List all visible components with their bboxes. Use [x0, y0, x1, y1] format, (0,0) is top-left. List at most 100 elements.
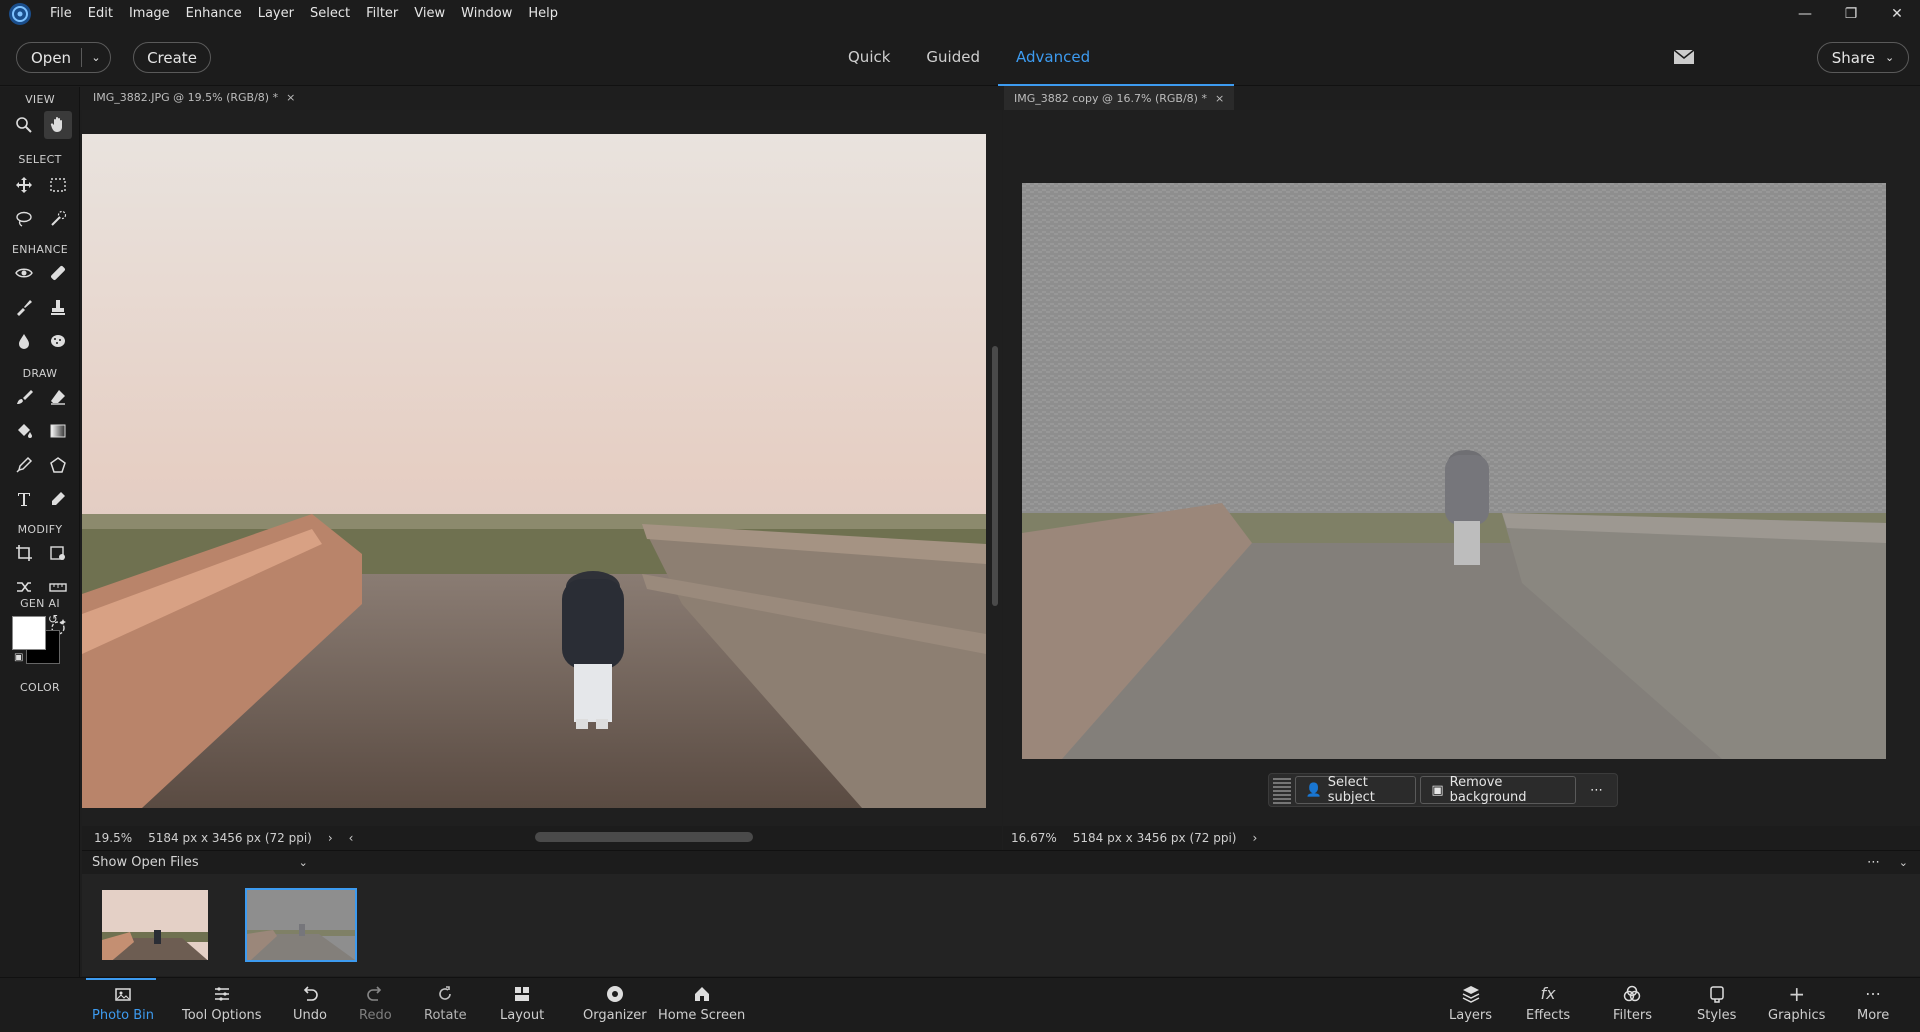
- vertical-scrollbar[interactable]: [988, 116, 1002, 826]
- filters-button[interactable]: Filters: [1613, 984, 1652, 1023]
- app-logo[interactable]: [6, 0, 34, 28]
- menu-layer[interactable]: Layer: [250, 0, 302, 28]
- eyedropper-tool-icon[interactable]: [10, 451, 38, 479]
- tab-advanced[interactable]: Advanced: [998, 28, 1109, 86]
- share-button[interactable]: Share ⌄: [1817, 42, 1909, 73]
- home-screen-button[interactable]: Home Screen: [658, 984, 745, 1023]
- section-draw: DRAW: [22, 367, 58, 380]
- scrollbar-thumb[interactable]: [992, 346, 998, 606]
- graphics-button[interactable]: + Graphics: [1768, 984, 1825, 1023]
- filters-label: Filters: [1613, 1008, 1652, 1023]
- blur-tool-icon[interactable]: [10, 327, 38, 355]
- select-subject-button[interactable]: 👤 Select subject: [1294, 775, 1417, 805]
- zoom-tool-icon[interactable]: [10, 111, 38, 139]
- share-label[interactable]: Share: [1832, 49, 1875, 67]
- section-gen-ai: GEN AI: [20, 597, 60, 610]
- sponge-tool-icon[interactable]: [44, 327, 72, 355]
- home-screen-label: Home Screen: [658, 1008, 746, 1023]
- smart-brush-tool-icon[interactable]: [10, 293, 38, 321]
- tab-quick[interactable]: Quick: [830, 28, 908, 86]
- minimize-button[interactable]: —: [1782, 0, 1828, 28]
- close-tab-icon[interactable]: ×: [286, 91, 295, 104]
- lasso-tool-icon[interactable]: [10, 205, 38, 233]
- close-button[interactable]: ✕: [1874, 0, 1920, 28]
- chevron-left-icon[interactable]: ‹: [349, 831, 354, 845]
- quick-selection-tool-icon[interactable]: [44, 205, 72, 233]
- mode-tabs: Quick Guided Advanced: [830, 28, 1109, 86]
- styles-button[interactable]: Styles: [1697, 984, 1736, 1023]
- close-tab-icon[interactable]: ×: [1215, 92, 1224, 105]
- open-button[interactable]: Open ⌄: [16, 42, 111, 73]
- active-indicator: [86, 978, 156, 980]
- document-tab-1[interactable]: IMG_3882.JPG @ 19.5% (RGB/8) * ×: [83, 84, 305, 110]
- mail-icon[interactable]: [1672, 46, 1696, 68]
- default-colors-icon[interactable]: ▣: [14, 652, 23, 663]
- marquee-tool-icon[interactable]: [44, 171, 72, 199]
- chevron-down-icon: ⌄: [1885, 51, 1895, 64]
- photo-thumbnail-2[interactable]: [245, 888, 357, 962]
- menu-window[interactable]: Window: [453, 0, 520, 28]
- foreground-color-swatch[interactable]: [12, 616, 46, 650]
- open-label[interactable]: Open: [17, 49, 81, 67]
- show-open-files-dropdown[interactable]: Show Open Files: [92, 855, 199, 870]
- undo-button[interactable]: Undo: [293, 984, 327, 1023]
- swap-colors-icon[interactable]: ↺: [48, 612, 58, 626]
- photo-canvas-original[interactable]: [82, 134, 986, 808]
- section-view: VIEW: [25, 93, 55, 106]
- redo-icon: [367, 986, 382, 1001]
- paint-bucket-tool-icon[interactable]: [10, 417, 38, 445]
- photo-canvas-copy[interactable]: [1022, 183, 1886, 759]
- spot-healing-tool-icon[interactable]: [44, 259, 72, 287]
- more-button[interactable]: ⋯ More: [1857, 984, 1889, 1023]
- menu-filter[interactable]: Filter: [358, 0, 406, 28]
- organizer-button[interactable]: Organizer: [583, 984, 647, 1023]
- document-tab-2[interactable]: IMG_3882 copy @ 16.7% (RGB/8) * ×: [1004, 84, 1235, 110]
- rotate-icon: [439, 986, 452, 1000]
- plus-icon: +: [1788, 982, 1806, 1006]
- status-bar-2: 16.67% 5184 px x 3456 px (72 ppi) ›: [1003, 826, 1920, 850]
- collapse-icon[interactable]: ⌄: [1899, 856, 1908, 869]
- brush-tool-icon[interactable]: [10, 383, 38, 411]
- menu-view[interactable]: View: [406, 0, 453, 28]
- hand-tool-icon[interactable]: [44, 111, 72, 139]
- pencil-tool-icon[interactable]: [44, 485, 72, 513]
- red-eye-tool-icon[interactable]: [10, 259, 38, 287]
- document-tab-title: IMG_3882.JPG @ 19.5% (RGB/8) *: [93, 90, 279, 104]
- rotate-button[interactable]: Rotate: [424, 984, 467, 1023]
- chevron-right-icon[interactable]: ›: [1252, 831, 1257, 845]
- menu-file[interactable]: File: [42, 0, 80, 28]
- crop-tool-icon[interactable]: [10, 539, 38, 567]
- custom-shape-tool-icon[interactable]: [44, 451, 72, 479]
- effects-button[interactable]: fx Effects: [1526, 984, 1570, 1023]
- chevron-right-icon[interactable]: ›: [328, 831, 333, 845]
- recompose-tool-icon[interactable]: [44, 539, 72, 567]
- tool-options-button[interactable]: Tool Options: [182, 984, 262, 1023]
- layout-button[interactable]: Layout: [500, 984, 544, 1023]
- horizontal-scrollbar[interactable]: [535, 832, 753, 842]
- photo-thumbnail-1[interactable]: [100, 888, 210, 962]
- remove-background-button[interactable]: ▣ Remove background: [1420, 775, 1576, 805]
- menu-help[interactable]: Help: [520, 0, 566, 28]
- open-dropdown-icon[interactable]: ⌄: [82, 51, 110, 64]
- chevron-down-icon[interactable]: ⌄: [299, 856, 308, 869]
- move-tool-icon[interactable]: [10, 171, 38, 199]
- organizer-icon: [606, 986, 623, 1002]
- menu-enhance[interactable]: Enhance: [178, 0, 250, 28]
- menu-image[interactable]: Image: [121, 0, 178, 28]
- restore-button[interactable]: ❐: [1828, 0, 1874, 28]
- photo-bin-button[interactable]: Photo Bin: [92, 984, 154, 1023]
- create-button[interactable]: Create: [133, 42, 211, 73]
- more-options-icon[interactable]: ⋯: [1580, 776, 1613, 804]
- type-tool-icon[interactable]: [10, 485, 38, 513]
- layers-button[interactable]: Layers: [1449, 984, 1492, 1023]
- menu-edit[interactable]: Edit: [80, 0, 121, 28]
- redo-button[interactable]: Redo: [359, 984, 392, 1023]
- section-color: COLOR: [20, 681, 60, 694]
- tab-guided[interactable]: Guided: [908, 28, 998, 86]
- menu-select[interactable]: Select: [302, 0, 358, 28]
- more-icon[interactable]: ⋯: [1867, 855, 1880, 870]
- drag-handle-icon[interactable]: [1273, 776, 1291, 804]
- clone-stamp-tool-icon[interactable]: [44, 293, 72, 321]
- eraser-tool-icon[interactable]: [44, 383, 72, 411]
- gradient-tool-icon[interactable]: [44, 417, 72, 445]
